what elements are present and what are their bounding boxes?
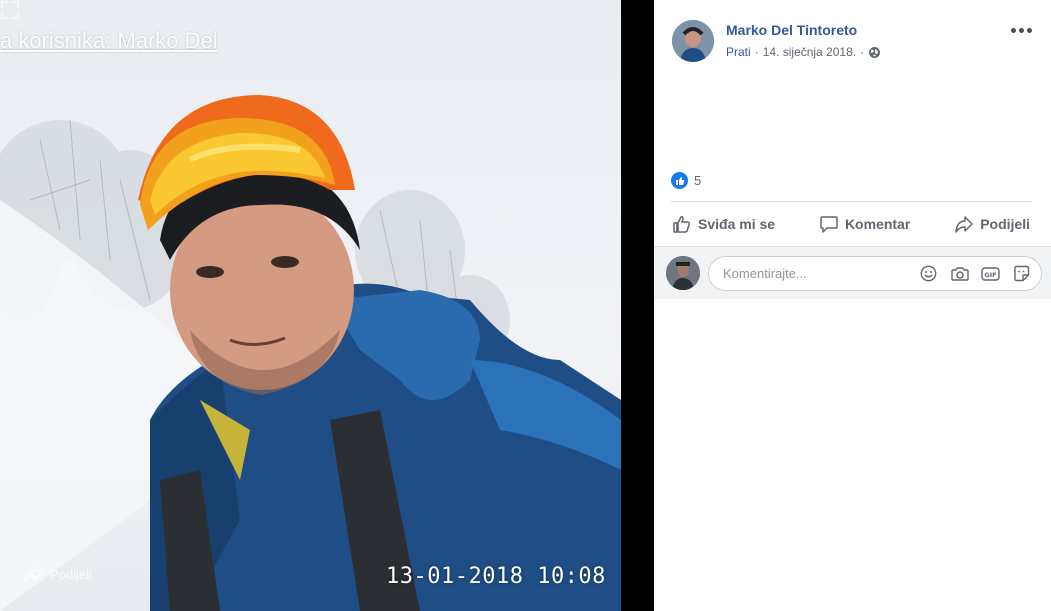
post-meta: Prati · 14. siječnja 2018. · bbox=[726, 45, 881, 59]
fullscreen-icon[interactable] bbox=[0, 0, 20, 20]
photo-share-button[interactable]: Podijeli bbox=[24, 566, 92, 582]
globe-icon[interactable] bbox=[868, 46, 881, 59]
reaction-count: 5 bbox=[694, 173, 702, 188]
like-label: Sviđa mi se bbox=[698, 216, 776, 232]
current-user-avatar-image bbox=[666, 256, 700, 290]
photo-image bbox=[0, 95, 621, 611]
emoji-icon[interactable] bbox=[919, 264, 938, 283]
like-reaction-icon bbox=[671, 172, 688, 189]
camera-icon[interactable] bbox=[950, 264, 969, 283]
gif-icon[interactable]: GIF bbox=[981, 264, 1000, 283]
comment-bubble-icon bbox=[820, 216, 838, 233]
meta-separator: · bbox=[860, 45, 865, 59]
comment-label: Komentar bbox=[844, 216, 911, 232]
photo-viewer[interactable]: a korisnika: Marko Del Podijeli 13-01-20… bbox=[0, 0, 621, 611]
post-date[interactable]: 14. siječnja 2018. bbox=[763, 45, 856, 59]
post-actions: Sviđa mi se Komentar Podijeli bbox=[668, 210, 1034, 238]
thumbs-up-icon bbox=[673, 216, 691, 233]
share-arrow-icon bbox=[955, 216, 973, 233]
comment-input[interactable] bbox=[723, 266, 919, 281]
photo-viewer-edge bbox=[621, 0, 654, 611]
more-options-button[interactable] bbox=[1009, 22, 1033, 38]
dot-icon bbox=[1026, 27, 1032, 33]
comment-button[interactable]: Komentar bbox=[815, 210, 914, 238]
camera-timestamp: 13-01-2018 10:08 bbox=[386, 564, 606, 589]
svg-text:GIF: GIF bbox=[984, 271, 996, 279]
author-avatar[interactable] bbox=[672, 20, 714, 62]
photo-album-title[interactable]: a korisnika: Marko Del bbox=[0, 28, 218, 54]
dot-icon bbox=[1010, 27, 1016, 33]
comment-tools: GIF bbox=[919, 264, 1031, 283]
share-label: Podijeli bbox=[980, 216, 1030, 232]
author-avatar-image bbox=[672, 20, 714, 62]
dot-icon bbox=[1018, 27, 1024, 33]
share-button[interactable]: Podijeli bbox=[950, 210, 1034, 238]
author-name[interactable]: Marko Del Tintoreto bbox=[726, 22, 857, 38]
photo-theater: a korisnika: Marko Del Podijeli 13-01-20… bbox=[0, 0, 1051, 611]
comment-box[interactable]: GIF bbox=[708, 256, 1042, 291]
comment-composer: GIF bbox=[654, 246, 1051, 299]
photo-share-label: Podijeli bbox=[50, 566, 92, 582]
current-user-avatar[interactable] bbox=[666, 256, 700, 290]
meta-separator: · bbox=[754, 45, 759, 59]
reactions-summary[interactable]: 5 bbox=[671, 172, 701, 189]
post-sidebar: Marko Del Tintoreto Prati · 14. siječnja… bbox=[654, 0, 1051, 611]
like-button[interactable]: Sviđa mi se bbox=[668, 210, 779, 238]
share-arrow-icon bbox=[24, 566, 42, 582]
divider bbox=[671, 201, 1032, 202]
sticker-icon[interactable] bbox=[1012, 264, 1031, 283]
follow-link[interactable]: Prati bbox=[726, 45, 751, 59]
